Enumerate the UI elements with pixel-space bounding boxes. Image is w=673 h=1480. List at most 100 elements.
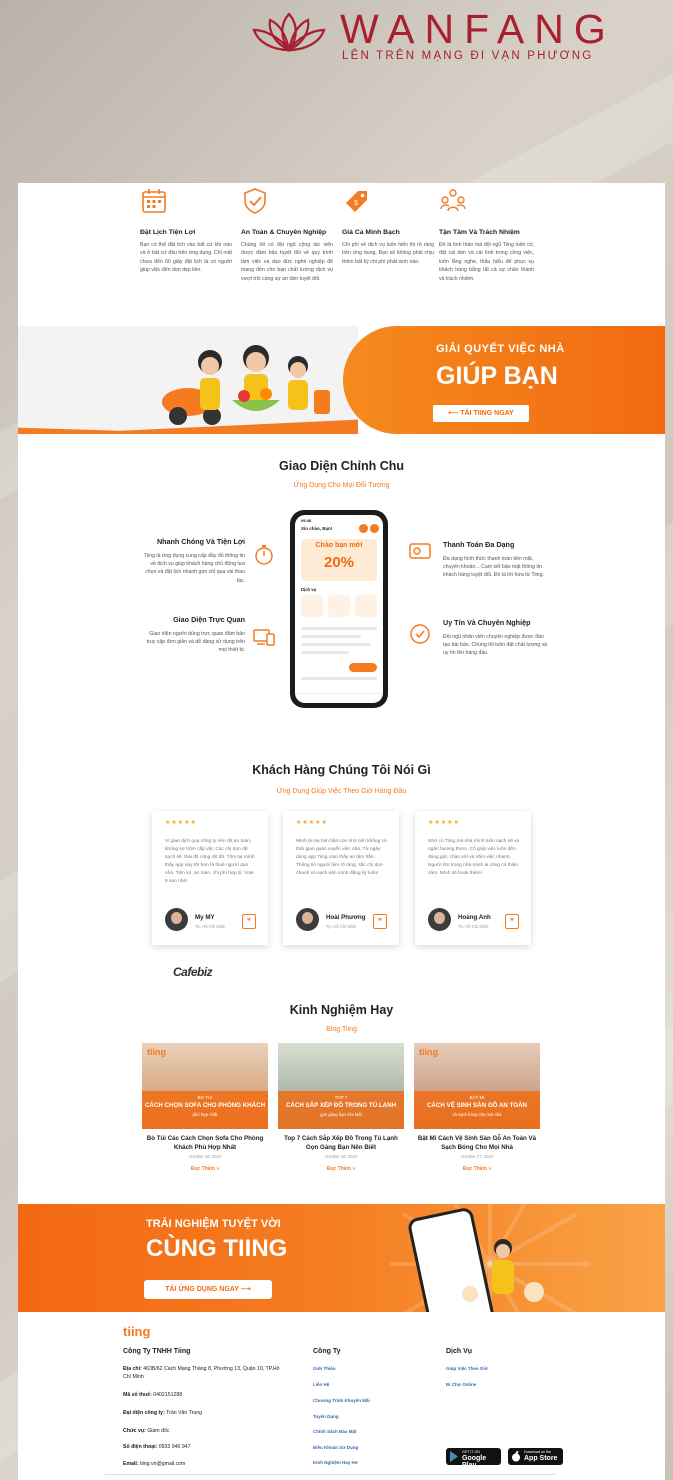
store-big-text: App Store	[524, 1455, 558, 1462]
thumbnail-kicker: BẬT MÍ	[469, 1095, 485, 1100]
blog-date: October 28, 2022	[188, 1154, 222, 1159]
thumbnail-tail: và sạch bóng cho mọi nhà	[452, 1112, 502, 1117]
app-store-button[interactable]: Download on the App Store	[508, 1448, 563, 1465]
app-screen: 09:38 Xin chào, Bạn! Chào bạn mới 20% Dị…	[295, 515, 383, 703]
blog-title[interactable]: Bật Mí Cách Vệ Sinh Sàn Gỗ An Toàn Và Sạ…	[414, 1134, 540, 1152]
footer-link[interactable]: Giới Thiệu	[313, 1366, 335, 1371]
apple-icon	[512, 1451, 520, 1462]
stopwatch-icon	[255, 545, 273, 565]
app-service-tile	[355, 595, 377, 617]
read-more-link[interactable]: Đọc Thêm »	[142, 1166, 268, 1172]
footer-link[interactable]: Kinh Nghiệm Hay Hơ	[313, 1460, 358, 1465]
feature-text: Bạn có thể đặt lịch vào bất cứ khi nào v…	[140, 242, 232, 274]
footer-link[interactable]: Chương Trình Khuyến Mãi	[313, 1398, 370, 1403]
feature-title: Uy Tín Và Chuyên Nghiệp	[443, 618, 531, 627]
footer-col-title-company: Công Ty	[313, 1348, 341, 1355]
feature-intuitive-ui: Giao Diện Trực Quan Giao diện người dùng…	[140, 615, 245, 655]
thumbnail-heading: CÁCH VỆ SINH SÀN GỖ AN TOÀN	[426, 1102, 528, 1109]
thumbnail-tail: gọn gàng bạn nên biết	[320, 1112, 362, 1117]
promo-percent: 20%	[323, 554, 355, 571]
company-role: Chức vụ: Giám đốc	[123, 1428, 170, 1434]
footer-link[interactable]: Liên Hệ	[313, 1382, 329, 1387]
press-logo[interactable]: Cafebiz	[173, 965, 213, 979]
blog-card[interactable]: tiing BỎ TÚI CÁCH CHỌN SOFA CHO PHÒNG KH…	[142, 1043, 268, 1172]
devices-icon	[253, 629, 275, 646]
section-title: Khách Hàng Chúng Tôi Nói Gì	[252, 763, 431, 777]
lotus-logo-icon	[252, 12, 326, 52]
app-text-line	[301, 643, 371, 646]
feature-payment: Thanh Toán Đa Dạng Đa dạng hình thức tha…	[443, 540, 548, 580]
team-icon	[440, 189, 466, 212]
quote-icon: ❞	[242, 914, 256, 929]
reviewer-location: Tp. Hồ Chí Minh	[458, 924, 489, 929]
download-button[interactable]: ⟵ TẢI TIING NGAY	[433, 405, 529, 422]
read-more-link[interactable]: Đọc Thêm »	[414, 1166, 540, 1172]
banner-subheading: TRẢI NGHIỆM TUYỆT VỜI	[146, 1218, 281, 1230]
feature-text: Giao diện người dùng trực quan đảm bảo t…	[146, 631, 245, 654]
testimonial-quote: Nhờ có Tiing mà nhà mình luôn sạch sẽ và…	[428, 839, 520, 876]
promo-banner-bottom[interactable]: TRẢI NGHIỆM TUYỆT VỜI CÙNG TIING TẢI ỨNG…	[18, 1204, 665, 1312]
store-small-text: GET IT ON	[462, 1450, 480, 1454]
feature-text: Tiing là ứng dụng cung cấp đầy đủ thông …	[143, 553, 245, 584]
app-text-line	[301, 627, 377, 630]
feature-item: $ Giá Cả Minh Bạch Chi phí về dịch vụ lu…	[342, 187, 434, 266]
brand-header: WANFANG LÊN TRÊN MẠNG ĐI VẠN PHƯƠNG	[246, 6, 626, 64]
section-subtitle: Ứng Dụng Giúp Việc Theo Giờ Hàng Đầu	[276, 788, 407, 795]
feature-fast-convenient: Nhanh Chóng Và Tiện Lợi Tiing là ứng dụn…	[140, 537, 245, 585]
app-greeting: Xin chào, Bạn!	[301, 526, 333, 531]
svg-text:$: $	[354, 200, 358, 207]
footer-divider	[105, 1474, 555, 1475]
section-subtitle: Blog Tiing	[326, 1026, 357, 1033]
app-menu-icon	[370, 524, 379, 533]
brand-tagline: LÊN TRÊN MẠNG ĐI VẠN PHƯƠNG	[342, 50, 594, 62]
store-big-text: Google Play	[462, 1455, 487, 1469]
thumbnail-tail: phù hợp nhất	[192, 1112, 218, 1117]
blog-date: October 27, 2022	[460, 1154, 494, 1159]
app-text-line	[301, 677, 377, 680]
reviewer-location: Tp. Hồ Chí Minh	[326, 924, 357, 929]
brand-name: WANFANG	[340, 6, 616, 52]
blog-thumbnail[interactable]: tiing BỎ TÚI CÁCH CHỌN SOFA CHO PHÒNG KH…	[142, 1043, 268, 1129]
reviewer-name: Hoàng Anh	[458, 914, 491, 921]
rating-stars: ★★★★★	[296, 820, 328, 826]
feature-text: Đội ngũ nhân viên chuyên nghiệp được đào…	[443, 634, 548, 657]
feature-item: An Toàn & Chuyên Nghiệp Chúng tôi có đội…	[241, 187, 333, 283]
company-phone: Số điện thoại: 0933 946 947	[123, 1444, 191, 1450]
feature-item: Tận Tâm Và Trách Nhiệm Đó là tinh thần m…	[439, 187, 534, 283]
app-bottom-nav	[295, 693, 383, 703]
feature-title: Đặt Lịch Tiện Lợi	[140, 229, 196, 236]
blog-card[interactable]: TOP 7 CÁCH SẮP XẾP ĐỒ TRONG TỦ LẠNH gọn …	[278, 1043, 404, 1172]
company-tax-id: Mã số thuế: 0402151288	[123, 1392, 183, 1398]
feature-item: Đặt Lịch Tiện Lợi Bạn có thể đặt lịch và…	[140, 187, 232, 275]
app-phone-mockup: 09:38 Xin chào, Bạn! Chào bạn mới 20% Dị…	[290, 510, 388, 708]
feature-trust: Uy Tín Và Chuyên Nghiệp Đội ngũ nhân viê…	[443, 618, 548, 658]
download-app-button[interactable]: TẢI ỨNG DỤNG NGAY ⟶	[144, 1280, 272, 1299]
avatar	[165, 908, 188, 931]
google-play-button[interactable]: GET IT ON Google Play	[446, 1448, 501, 1469]
blog-title[interactable]: Top 7 Cách Sắp Xếp Đồ Trong Tủ Lạnh Gọn …	[278, 1134, 404, 1152]
company-name: Công Ty TNHH Tiing	[123, 1348, 191, 1355]
rating-stars: ★★★★★	[428, 820, 460, 826]
footer-link[interactable]: Chính Sách Bảo Mật	[313, 1429, 357, 1434]
footer-link[interactable]: Tuyển Dụng	[313, 1414, 339, 1419]
testimonial-quote: Vì giao dịch qua công ty nên rất an toàn…	[165, 839, 255, 884]
footer-link[interactable]: Giúp Việc Theo Giờ	[446, 1366, 488, 1371]
read-more-link[interactable]: Đọc Thêm »	[278, 1166, 404, 1172]
blog-title[interactable]: Bỏ Túi Các Cách Chọn Sofa Cho Phòng Khác…	[142, 1134, 268, 1152]
blog-thumbnail[interactable]: tiing BẬT MÍ CÁCH VỆ SINH SÀN GỖ AN TOÀN…	[414, 1043, 540, 1129]
banner-subheading: GIẢI QUYẾT VIỆC NHÀ	[436, 343, 565, 355]
status-time: 09:38	[301, 518, 312, 523]
cleaners-illustration	[162, 345, 330, 425]
footer-link[interactable]: Điều Khoản Sử Dụng	[313, 1445, 358, 1450]
footer-link[interactable]: Đi Chợ Online	[446, 1382, 476, 1387]
app-text-line	[301, 635, 361, 638]
cleaner-illustration	[462, 1239, 544, 1302]
app-notification-icon	[359, 524, 368, 533]
blog-thumbnail[interactable]: TOP 7 CÁCH SẮP XẾP ĐỒ TRONG TỦ LẠNH gọn …	[278, 1043, 404, 1129]
company-address: Địa chỉ: 463B/62 Cách Mạng Tháng 8, Phườ…	[123, 1366, 280, 1380]
promo-banner-top[interactable]: GIẢI QUYẾT VIỆC NHÀ GIÚP BẠN ⟵ TẢI TIING…	[18, 326, 665, 434]
feature-title: Thanh Toán Đa Dạng	[443, 540, 515, 549]
footer-logo[interactable]: tiing	[123, 1324, 150, 1339]
blog-card[interactable]: tiing BẬT MÍ CÁCH VỆ SINH SÀN GỖ AN TOÀN…	[414, 1043, 540, 1172]
reviewer-name: My MY	[195, 914, 215, 921]
